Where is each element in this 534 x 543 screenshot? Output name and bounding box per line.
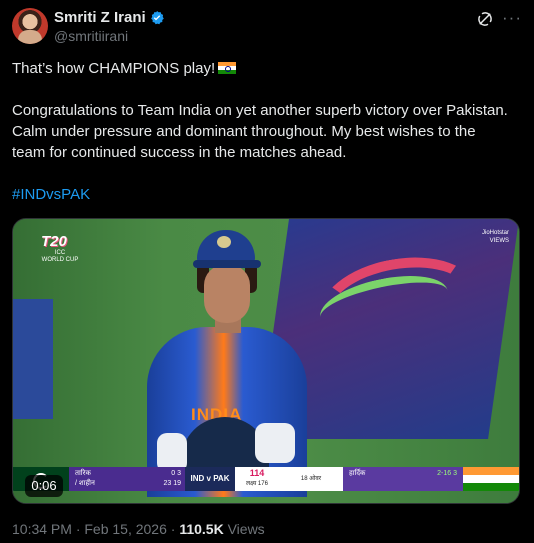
bowler-name: हार्दिक [349, 470, 366, 477]
post-body: That’s how CHAMPIONS play! Congratulatio… [12, 58, 512, 226]
batters: तारिक / शाहीन [69, 467, 151, 491]
post-line-1-text: That’s how CHAMPIONS play! [12, 60, 216, 77]
video-timer: 0:06 [25, 475, 63, 497]
post-paragraph: Congratulations to Team India on yet ano… [12, 102, 508, 161]
batter-1-score: 0 3 [171, 470, 181, 477]
player-cap [197, 230, 255, 264]
views-count: 110.5K [179, 521, 224, 537]
broadcaster-watermark-icon: JioHotstar VIEWS [481, 230, 509, 244]
india-flag-icon [218, 62, 237, 74]
author-handle[interactable]: @smritiirani [54, 28, 128, 44]
batter-2: / शाहीन [75, 480, 95, 487]
match-label: IND v PAK [185, 467, 235, 491]
stadium-stand-left [13, 299, 53, 419]
target: लक्ष्य 176 [246, 481, 268, 487]
author-name[interactable]: Smriti Z Irani [54, 9, 146, 26]
cricket-player: INDIA [133, 227, 353, 497]
views-label: Views [223, 521, 265, 537]
player-face [204, 265, 250, 323]
india-flag-scoreboard-icon [463, 467, 519, 491]
timestamp[interactable]: 10:34 PM · Feb 15, 2026 · [12, 521, 179, 537]
team-score: 114 लक्ष्य 176 [235, 467, 279, 491]
batter-1: तारिक [75, 470, 91, 477]
batter-2-score: 23 19 [163, 480, 181, 487]
post-meta: 10:34 PM · Feb 15, 2026 · 110.5K Views [12, 521, 265, 537]
hashtag-link[interactable]: #INDvsPAK [12, 186, 90, 203]
t20-world-cup-logo-icon: T20 ICC WORLD CUP [41, 233, 79, 263]
bowler: हार्दिक 2-16 3 [343, 467, 463, 491]
score-value: 114 [249, 468, 265, 478]
glove-right [255, 423, 295, 463]
more-options-icon[interactable]: ··· [502, 8, 522, 28]
overs: 18 ओवर [279, 467, 343, 491]
author-name-row: Smriti Z Irani [54, 9, 165, 26]
post-line-1: That’s how CHAMPIONS play! [12, 58, 512, 79]
post-header: Smriti Z Irani @smritiirani ··· [12, 8, 522, 48]
player-cap-brim [193, 260, 261, 268]
video-player[interactable]: T20 ICC WORLD CUP JioHotstar VIEWS INDIA त… [12, 218, 520, 504]
batter-scores: 0 3 23 19 [151, 467, 185, 491]
grok-icon[interactable] [476, 10, 494, 28]
avatar[interactable] [12, 8, 48, 44]
scoreboard: तारिक / शाहीन 0 3 23 19 IND v PAK 114 लक… [13, 467, 519, 491]
bowler-figures: 2-16 3 [437, 470, 457, 477]
verified-badge-icon [150, 10, 164, 24]
